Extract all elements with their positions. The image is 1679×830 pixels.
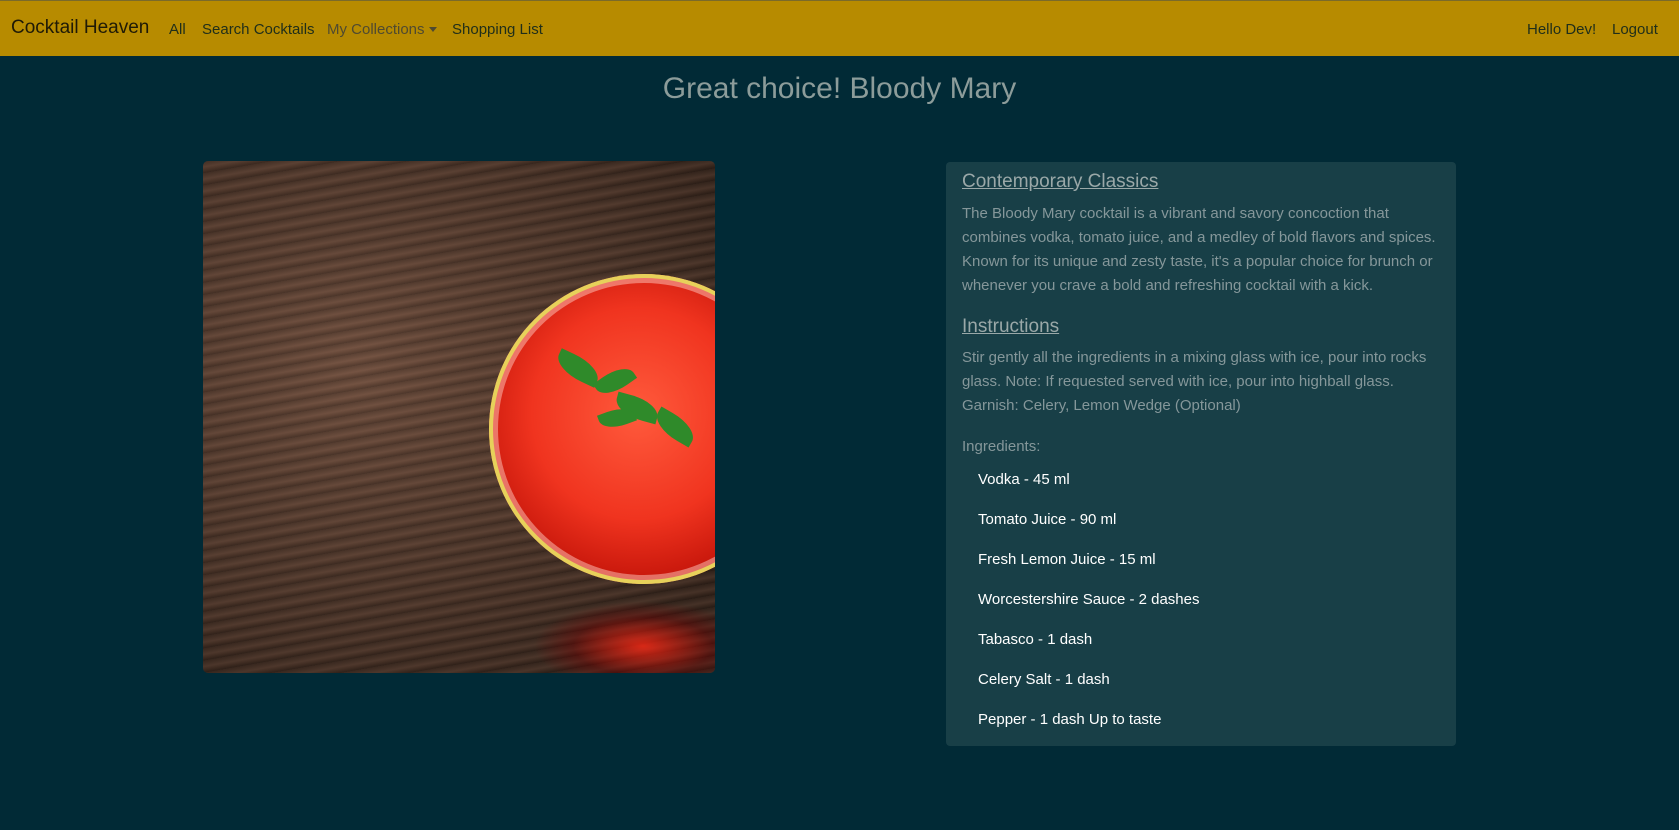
ingredients-label: Ingredients: — [962, 438, 1041, 455]
greeting-link[interactable]: Hello Dev! — [1527, 21, 1596, 38]
cocktail-image — [203, 161, 715, 673]
caret-down-icon — [428, 26, 437, 32]
top-navbar: Cocktail Heaven All Search Cocktails My … — [0, 0, 1679, 56]
cocktail-description: The Bloody Mary cocktail is a vibrant an… — [962, 205, 1436, 294]
nav-my-collections-label: My Collections — [327, 21, 425, 38]
page-title: Great choice! Bloody Mary — [662, 72, 1017, 105]
category-heading: Contemporary Classics — [962, 171, 1159, 192]
instructions-text: Stir gently all the ingredients in a mix… — [962, 349, 1427, 414]
ingredients-list: Vodka - 45 ml Tomato Juice - 90 ml Fresh… — [946, 467, 1456, 747]
nav-my-collections-dropdown[interactable]: My Collections — [327, 21, 437, 38]
ingredient-item: Tomato Juice - 90 ml — [978, 511, 1117, 528]
instructions-heading: Instructions — [962, 316, 1060, 337]
ingredient-item: Tabasco - 1 dash — [978, 631, 1093, 648]
nav-all-link[interactable]: All — [169, 21, 186, 38]
brand-link[interactable]: Cocktail Heaven — [11, 17, 149, 39]
ingredient-item: Fresh Lemon Juice - 15 ml — [978, 551, 1156, 568]
logout-link[interactable]: Logout — [1612, 21, 1658, 38]
nav-shopping-list-link[interactable]: Shopping List — [452, 21, 543, 38]
ingredient-item: Vodka - 45 ml — [978, 471, 1070, 488]
cocktail-details-card: Contemporary Classics The Bloody Mary co… — [946, 162, 1456, 746]
ingredient-item: Pepper - 1 dash Up to taste — [978, 711, 1162, 728]
ingredient-item: Celery Salt - 1 dash — [978, 671, 1110, 688]
nav-search-cocktails-link[interactable]: Search Cocktails — [202, 21, 315, 38]
ingredient-item: Worcestershire Sauce - 2 dashes — [978, 591, 1200, 608]
